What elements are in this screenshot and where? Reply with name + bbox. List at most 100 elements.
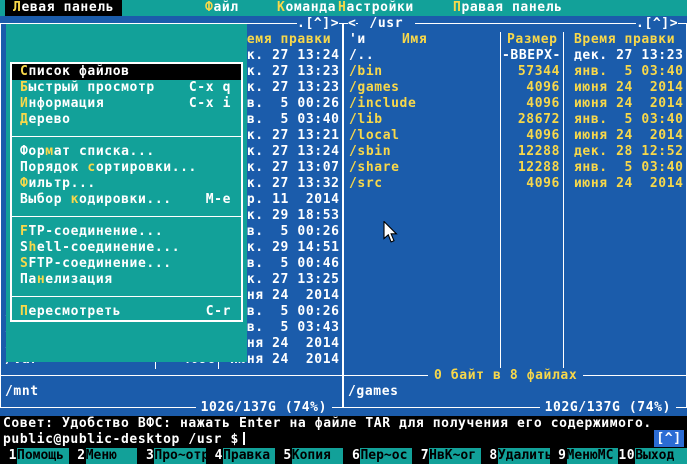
panels-toggle-button[interactable]: [^] xyxy=(654,430,684,447)
menu-item-Быстрый-просмотр[interactable]: Быстрый просмотрC-x q xyxy=(12,80,241,96)
file-mtime: янв. 5 03:40 xyxy=(574,112,684,128)
fkey-label: Меню xyxy=(86,448,138,464)
menu-item-shortcut: C-x q xyxy=(189,80,231,96)
menubar-item-label: равая панель xyxy=(461,0,562,15)
menu-item-Shell-соединение-[interactable]: Shell-соединение... xyxy=(12,240,241,256)
fkey-label: Выход xyxy=(635,448,687,464)
file-mtime: июня 24 2014 xyxy=(574,80,684,96)
file-name[interactable]: /src xyxy=(349,176,383,192)
history-forward-icon[interactable]: > xyxy=(670,16,678,31)
menu-item-shortcut: C-x i xyxy=(189,96,231,112)
history-back-icon[interactable]: < xyxy=(348,16,356,32)
menubar-item-равая-панель[interactable]: Правая панель xyxy=(445,0,571,16)
file-size: 4096 xyxy=(502,176,560,192)
file-size: 4096 xyxy=(502,80,560,96)
right-column-header-size[interactable]: Размер xyxy=(507,32,558,48)
menubar-item-айл[interactable]: Файл xyxy=(197,0,247,16)
menubar-item-астройки[interactable]: Настройки xyxy=(330,0,422,16)
fkey-number: 3 xyxy=(137,448,154,464)
menu-item-SFTP-соединение-[interactable]: SFTP-соединение... xyxy=(12,256,241,272)
menubar-item-label: оманда xyxy=(285,0,336,15)
fkey-6[interactable]: 6Пер~ос xyxy=(343,448,412,464)
fkey-number: 8 xyxy=(481,448,498,464)
menu-item-Выбор-кодировки-[interactable]: Выбор кодировки...M-e xyxy=(12,192,241,208)
menu-item-Формат-списка-[interactable]: Формат списка... xyxy=(12,144,241,160)
menu-item-Дерево[interactable]: Дерево xyxy=(12,112,241,128)
fkey-8[interactable]: 8Удалить xyxy=(481,448,550,464)
fkey-4[interactable]: 4Правка xyxy=(206,448,275,464)
right-column-header-mtime[interactable]: Время правки xyxy=(574,32,675,48)
fkey-label: Правка xyxy=(223,448,275,464)
fkey-label: Копия xyxy=(292,448,344,464)
menu-item-Список-файлов[interactable]: Список файлов xyxy=(12,64,241,80)
hint-line: Совет: Удобство ВФС: нажать Enter на фай… xyxy=(0,416,687,432)
file-size: 28672 xyxy=(502,112,560,128)
fkey-2[interactable]: 2Меню xyxy=(69,448,138,464)
dir-up-button[interactable]: [^] xyxy=(644,16,669,31)
fkey-number: 9 xyxy=(550,448,567,464)
fkey-number: 6 xyxy=(343,448,360,464)
file-mtime: июня 24 2014 xyxy=(574,128,684,144)
right-panel-path[interactable]: /usr xyxy=(358,16,415,32)
file-mtime: дек. 28 12:52 xyxy=(574,144,684,160)
menu-item-FTP-соединение-[interactable]: FTP-соединение... xyxy=(12,224,241,240)
right-panel-nav: .[^]> xyxy=(636,16,678,32)
fkey-number: 2 xyxy=(69,448,86,464)
left-totals-divider xyxy=(1,375,342,376)
dir-up-button[interactable]: [^] xyxy=(305,16,330,31)
menu-item-Порядок-сортировки-[interactable]: Порядок сортировки... xyxy=(12,160,241,176)
file-name[interactable]: /sbin xyxy=(349,144,391,160)
menubar-item-label: айл xyxy=(213,0,238,15)
fkey-number: 5 xyxy=(275,448,292,464)
file-size: -ВВЕРХ- xyxy=(502,48,560,64)
file-size: 57344 xyxy=(502,64,560,80)
file-mtime: янв. 5 03:40 xyxy=(574,64,684,80)
menubar-item-евая-панель[interactable]: Левая панель xyxy=(5,0,122,16)
menu-item-Фильтр-[interactable]: Фильтр... xyxy=(12,176,241,192)
file-size: 4096 xyxy=(502,128,560,144)
file-size: 12288 xyxy=(502,160,560,176)
file-name[interactable]: /.. xyxy=(349,48,374,64)
file-name[interactable]: /share xyxy=(349,160,400,176)
fkey-number: 1 xyxy=(0,448,17,464)
right-column-header-name[interactable]: Имя xyxy=(402,32,427,48)
right-column-divider xyxy=(563,32,564,369)
text-cursor xyxy=(243,432,245,445)
menu-item-Панелизация[interactable]: Панелизация xyxy=(12,272,241,288)
right-current-file: /games xyxy=(348,384,399,400)
menubar-item-label: евая панель xyxy=(21,0,114,15)
fkey-10[interactable]: 10Выход xyxy=(618,448,687,464)
file-name[interactable]: /lib xyxy=(349,112,383,128)
left-current-file: /mnt xyxy=(5,384,39,400)
file-name[interactable]: /games xyxy=(349,80,400,96)
right-panel: < /usr .[^]> 'и Имя Размер Время правки … xyxy=(343,23,687,408)
menu-item-Пересмотреть[interactable]: ПересмотретьC-r xyxy=(12,304,241,320)
fkey-1[interactable]: 1Помощь xyxy=(0,448,69,464)
file-name[interactable]: /include xyxy=(349,96,416,112)
fkey-9[interactable]: 9МенюМС xyxy=(550,448,619,464)
menu-separator xyxy=(12,288,241,304)
fkey-label: Пер~ос xyxy=(360,448,412,464)
menu-item-shortcut: M-e xyxy=(206,192,231,208)
menu-item-Информация[interactable]: ИнформацияC-x i xyxy=(12,96,241,112)
menu-bar: Левая панельФайлКомандаНастройкиПравая п… xyxy=(0,0,687,16)
fkey-label: Помощь xyxy=(17,448,69,464)
fkey-number: 7 xyxy=(412,448,429,464)
right-sort-indicator[interactable]: 'и xyxy=(349,32,366,48)
menubar-item-label: астройки xyxy=(346,0,413,15)
fkey-3[interactable]: 3Про~отр xyxy=(137,448,206,464)
fkey-5[interactable]: 5Копия xyxy=(275,448,344,464)
file-name[interactable]: /bin xyxy=(349,64,383,80)
fkey-7[interactable]: 7НвК~ог xyxy=(412,448,481,464)
file-mtime: янв. 5 03:40 xyxy=(574,160,684,176)
history-forward-icon[interactable]: > xyxy=(331,16,339,31)
file-size: 4096 xyxy=(502,96,560,112)
hotkey-letter: h xyxy=(28,240,36,255)
mouse-cursor-icon xyxy=(383,221,398,243)
command-line[interactable]: public@public-desktop /usr $ xyxy=(0,432,687,448)
right-column-divider xyxy=(500,32,501,369)
hotkey-letter: с xyxy=(87,160,95,175)
file-name[interactable]: /local xyxy=(349,128,400,144)
fkey-number: 4 xyxy=(206,448,223,464)
menu-separator xyxy=(12,128,241,144)
